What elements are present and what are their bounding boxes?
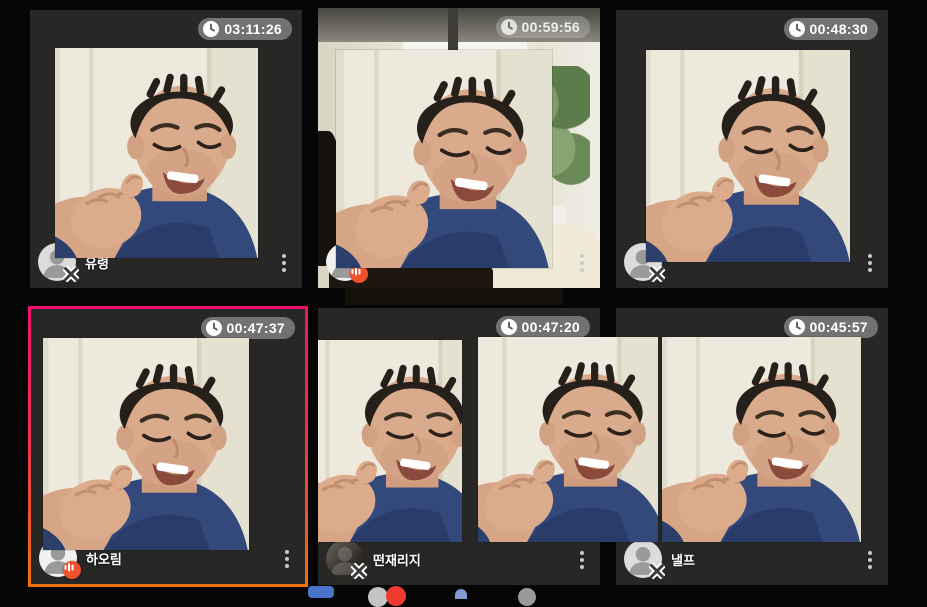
participant-name: 하오림 bbox=[86, 551, 122, 567]
participant-name: 낼프 bbox=[671, 552, 695, 568]
mic-muted-icon bbox=[62, 265, 80, 283]
portrait-photo-overlay bbox=[336, 50, 552, 268]
clock-icon bbox=[203, 21, 219, 37]
call-timer-text: 00:59:56 bbox=[521, 19, 580, 35]
call-timer-badge: 00:47:37 bbox=[200, 317, 295, 339]
avatar bbox=[326, 540, 364, 578]
kebab-menu-icon[interactable] bbox=[866, 549, 874, 571]
mic-muted-icon bbox=[648, 265, 666, 283]
notification-badge[interactable] bbox=[386, 586, 406, 606]
bottom-toolbar-cutoff bbox=[0, 584, 927, 607]
portrait-photo-overlay bbox=[318, 340, 462, 542]
portrait-photo-overlay bbox=[55, 48, 258, 258]
scene-overflow-shadow bbox=[345, 288, 563, 305]
kebab-menu-icon[interactable] bbox=[283, 548, 291, 570]
portrait-photo-overlay bbox=[478, 337, 658, 542]
call-timer-text: 00:45:57 bbox=[809, 319, 868, 335]
portrait-photo-overlay bbox=[662, 337, 861, 542]
portrait-photo-overlay bbox=[43, 338, 249, 550]
kebab-menu-icon[interactable] bbox=[280, 252, 288, 274]
chat-icon[interactable] bbox=[308, 586, 334, 598]
call-timer-text: 00:48:30 bbox=[809, 21, 868, 37]
clock-icon bbox=[501, 19, 517, 35]
mic-muted-icon bbox=[350, 562, 368, 580]
clock-icon bbox=[789, 21, 805, 37]
call-timer-badge: 00:45:57 bbox=[783, 316, 878, 338]
portrait-photo-overlay bbox=[646, 50, 850, 262]
call-timer-badge: 03:11:26 bbox=[198, 18, 292, 40]
speaking-indicator-icon bbox=[63, 561, 81, 579]
kebab-menu-icon[interactable] bbox=[578, 549, 586, 571]
clock-icon bbox=[501, 319, 517, 335]
call-timer-badge: 00:47:20 bbox=[495, 316, 590, 338]
call-timer-badge: 00:59:56 bbox=[495, 16, 590, 38]
clock-icon bbox=[206, 320, 222, 336]
mic-muted-icon bbox=[648, 562, 666, 580]
more-options-icon[interactable] bbox=[518, 588, 536, 606]
video-call-grid: 03:11:26 유령 00:59:56 00:48:30 00:47:37 하… bbox=[0, 0, 927, 607]
participants-icon[interactable] bbox=[455, 589, 467, 599]
call-timer-badge: 00:48:30 bbox=[783, 18, 878, 40]
clock-icon bbox=[789, 319, 805, 335]
kebab-menu-icon[interactable] bbox=[578, 252, 586, 274]
call-timer-text: 03:11:26 bbox=[224, 21, 282, 37]
call-timer-text: 00:47:20 bbox=[521, 319, 580, 335]
kebab-menu-icon[interactable] bbox=[866, 252, 874, 274]
participant-name: 떤재리지 bbox=[373, 552, 421, 568]
toolbar-button-icon[interactable] bbox=[368, 587, 388, 607]
avatar bbox=[624, 540, 662, 578]
call-timer-text: 00:47:37 bbox=[226, 320, 285, 336]
